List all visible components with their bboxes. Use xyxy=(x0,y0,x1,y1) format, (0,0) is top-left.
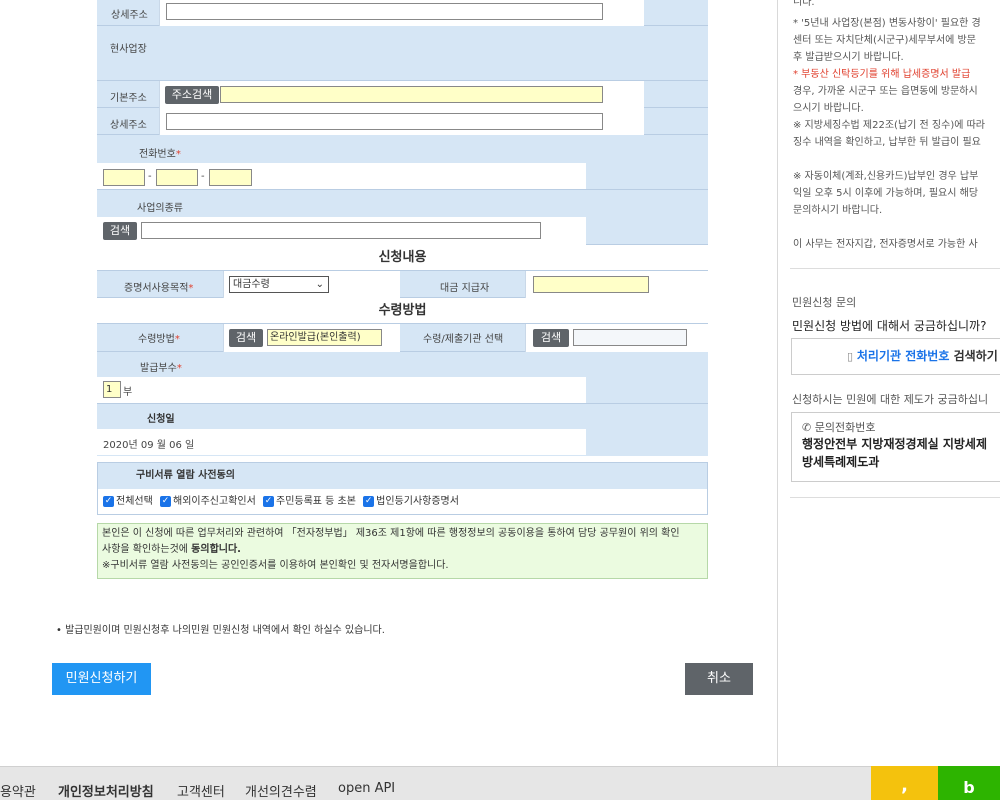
consent-overseas-emigration[interactable]: ✓ 해외이주신고확인서 xyxy=(160,495,256,507)
detail-address-label: 상세주소 xyxy=(111,10,148,21)
purpose-row: 증명서사용목적* 대금수령 ⌄ 대금 지급자 xyxy=(97,271,708,298)
section-receive-title: 수령방법 xyxy=(97,298,708,324)
receive-method-input[interactable]: 온라인발급(본인출력) xyxy=(267,329,382,346)
footer: 이용약관 개인정보처리방침 고객센터 개선의견수렴 open API xyxy=(0,766,1000,800)
copies-label: 발급부수* xyxy=(140,363,182,374)
footer-link-privacy[interactable]: 개인정보처리방침 xyxy=(58,781,154,800)
basic-address-row: 기본주소 주소검색 xyxy=(97,81,708,108)
purpose-label: 증명서사용목적* xyxy=(124,283,194,294)
system-question: 신청하시는 민원에 대한 제도가 궁금하십니 xyxy=(792,393,989,406)
blog-share-button[interactable]: b xyxy=(938,766,1000,800)
checkbox-checked-icon[interactable]: ✓ xyxy=(103,495,114,507)
phone-row: 전화번호* - - xyxy=(97,135,708,190)
consent-select-all[interactable]: ✓ 전체선택 xyxy=(103,495,153,507)
inquiry-title: 민원신청 문의 xyxy=(792,296,857,309)
apply-date-value: 2020년 09 월 06 일 xyxy=(103,440,195,451)
receive-method-label: 수령방법* xyxy=(138,334,180,345)
phone-label: 전화번호* xyxy=(139,149,181,160)
detail-address-input-2[interactable] xyxy=(166,113,603,130)
submit-application-button[interactable]: 민원신청하기 xyxy=(52,663,151,695)
issuance-bullet-note: • 발급민원이며 민원신청후 나의민원 민원신청 내역에서 확인 하실수 있습니… xyxy=(56,625,385,636)
footer-link-terms[interactable]: 이용약관 xyxy=(0,781,36,800)
phone-icon: ✆ xyxy=(802,421,812,434)
consent-resident-registration[interactable]: ✓ 주민등록표 등 초본 xyxy=(263,495,356,507)
phone-input-1[interactable] xyxy=(103,169,145,186)
page: 상세주소 현사업장 기본주소 주소검색 상세주소 전화번호* - - 사업의종류… xyxy=(0,0,1000,800)
document-icon: ▯ xyxy=(847,350,854,363)
footer-link-customer-center[interactable]: 고객센터 xyxy=(177,781,225,800)
consent-notice: 본인은 이 신청에 따른 업무처리와 관련하여 「전자정부법」 제36조 제1항… xyxy=(97,523,708,579)
receive-org-search-button[interactable]: 검색 xyxy=(533,329,569,347)
basic-address-input[interactable] xyxy=(220,86,603,103)
copies-row: 발급부수* 1 부 xyxy=(97,352,708,404)
checkbox-checked-icon[interactable]: ✓ xyxy=(160,495,171,507)
purpose-select[interactable]: 대금수령 ⌄ xyxy=(229,276,329,293)
info-sidebar: 니다. * '5년내 사업장(본점) 변동사항이' 필요한 경 센터 또는 자치… xyxy=(778,0,1000,766)
receive-method-row: 수령방법* 검색 온라인발급(본인출력) 수령/제출기관 선택 검색 xyxy=(97,324,708,352)
copies-input[interactable]: 1 xyxy=(103,381,121,398)
receive-method-search-button[interactable]: 검색 xyxy=(229,329,263,347)
consent-checkboxes: ✓ 전체선택 ✓ 해외이주신고확인서 ✓ 주민등록표 등 초본 ✓ 법인등기사항증명서 xyxy=(98,489,707,515)
section-apply-title: 신청내용 xyxy=(97,245,708,271)
payer-input[interactable] xyxy=(533,276,649,293)
contact-phone-box: ✆ 문의전화번호 행정안전부 지방재정경제실 지방세제 방세특례제도과 xyxy=(791,412,1000,482)
footer-link-open-api[interactable]: open API xyxy=(338,781,395,796)
business-type-search-button[interactable]: 검색 xyxy=(103,222,137,240)
detail-address-input[interactable] xyxy=(166,3,603,20)
business-type-input[interactable] xyxy=(141,222,541,239)
checkbox-checked-icon[interactable]: ✓ xyxy=(263,495,274,507)
phone-input-2[interactable] xyxy=(156,169,198,186)
footer-link-feedback[interactable]: 개선의견수렴 xyxy=(245,781,317,800)
detail-address-row-1: 상세주소 xyxy=(97,0,708,26)
workplace-label: 현사업장 xyxy=(110,44,147,55)
detail-address-row-2: 상세주소 xyxy=(97,108,708,135)
application-form: 상세주소 현사업장 기본주소 주소검색 상세주소 전화번호* - - 사업의종류… xyxy=(97,0,708,456)
business-type-row: 사업의종류 검색 xyxy=(97,190,708,245)
org-phone-search-button[interactable]: ▯ 처리기관 전화번호 검색하기 xyxy=(791,338,1000,375)
consent-title: 구비서류 열람 사전동의 xyxy=(98,463,707,489)
chevron-down-icon: ⌄ xyxy=(315,279,324,290)
kakao-share-button[interactable]: , xyxy=(871,766,938,800)
document-consent-box: 구비서류 열람 사전동의 ✓ 전체선택 ✓ 해외이주신고확인서 ✓ 주민등록표 등 초… xyxy=(97,462,708,515)
checkbox-checked-icon[interactable]: ✓ xyxy=(363,495,375,507)
apply-date-label: 신청일 xyxy=(147,414,175,425)
inquiry-question: 민원신청 방법에 대해서 궁금하십니까? xyxy=(792,319,987,333)
consent-corporate-registry[interactable]: ✓ 법인등기사항증명서 xyxy=(363,495,459,507)
basic-address-label: 기본주소 xyxy=(110,93,147,104)
cancel-button[interactable]: 취소 xyxy=(685,663,753,695)
apply-date-row: 신청일 2020년 09 월 06 일 xyxy=(97,404,708,456)
business-type-label: 사업의종류 xyxy=(137,203,183,214)
receive-org-label: 수령/제출기관 선택 xyxy=(423,334,504,345)
receive-org-input[interactable] xyxy=(573,329,687,346)
phone-input-3[interactable] xyxy=(209,169,252,186)
address-search-button[interactable]: 주소검색 xyxy=(165,86,219,104)
workplace-row: 현사업장 xyxy=(97,26,708,81)
payer-label: 대금 지급자 xyxy=(440,283,490,294)
detail-address-label-2: 상세주소 xyxy=(110,120,147,131)
